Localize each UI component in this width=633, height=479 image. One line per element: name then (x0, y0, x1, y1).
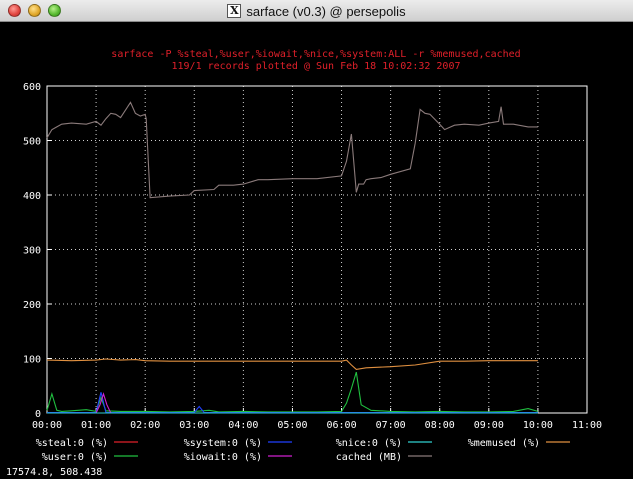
legend-entry: %iowait:0 (%) (184, 452, 292, 463)
y-tick-label: 300 (23, 246, 41, 257)
series-line-memused (46, 358, 538, 370)
legend-entry: %nice:0 (%) (336, 438, 432, 449)
sarface-window: X sarface (v0.3) @ persepolis sarface -P… (0, 0, 633, 479)
x-tick-label: 10:00 (523, 420, 553, 431)
plot-canvas[interactable]: sarface -P %steal,%user,%iowait,%nice,%s… (0, 22, 633, 479)
y-tick-label: 100 (23, 355, 41, 366)
chart-title: sarface -P %steal,%user,%iowait,%nice,%s… (111, 49, 520, 60)
x-tick-label: 04:00 (228, 420, 258, 431)
legend-entry: cached (MB) (336, 452, 432, 463)
legend-label: %iowait:0 (%) (184, 452, 262, 463)
legend-entry: %steal:0 (%) (36, 438, 138, 449)
y-tick-label: 0 (35, 409, 41, 420)
y-tick-label: 200 (23, 300, 41, 311)
x-tick-label: 02:00 (130, 420, 160, 431)
chart-subtitle: 119/1 records plotted @ Sun Feb 18 10:02… (172, 61, 461, 72)
legend-label: %system:0 (%) (184, 438, 262, 449)
legend-label: %nice:0 (%) (336, 438, 402, 449)
coordinate-readout: 17574.8, 508.438 (6, 467, 102, 478)
title-bar[interactable]: X sarface (v0.3) @ persepolis (0, 0, 633, 22)
legend-label: %memused (%) (468, 438, 540, 449)
x-tick-label: 01:00 (81, 420, 111, 431)
legend-entry: %user:0 (%) (42, 452, 138, 463)
x-tick-label: 03:00 (179, 420, 209, 431)
x-tick-label: 05:00 (277, 420, 307, 431)
y-tick-label: 600 (23, 82, 41, 93)
x-tick-label: 11:00 (572, 420, 602, 431)
axis-ticks: 00:00 01:00 02:00 03:00 04:00 05:00 06:00 07:00… (23, 82, 602, 431)
legend-label: %user:0 (%) (42, 452, 108, 463)
legend-label: %steal:0 (%) (36, 438, 108, 449)
x-tick-label: 08:00 (425, 420, 455, 431)
plot-grid (47, 86, 587, 413)
legend-entry: %memused (%) (468, 438, 570, 449)
x11-icon: X (227, 4, 242, 18)
title-group: X sarface (v0.3) @ persepolis (0, 0, 633, 22)
y-tick-label: 400 (23, 191, 41, 202)
window-title: sarface (v0.3) @ persepolis (246, 3, 406, 19)
x-tick-label: 00:00 (32, 420, 62, 431)
legend-label: cached (MB) (336, 452, 402, 463)
y-tick-label: 500 (23, 137, 41, 148)
chart-legend: %steal:0 (%) %user:0 (%) %system:0 (%) %iow… (36, 438, 570, 463)
x-tick-label: 06:00 (326, 420, 356, 431)
x-tick-label: 07:00 (376, 420, 406, 431)
legend-entry: %system:0 (%) (184, 438, 292, 449)
x-tick-label: 09:00 (474, 420, 504, 431)
